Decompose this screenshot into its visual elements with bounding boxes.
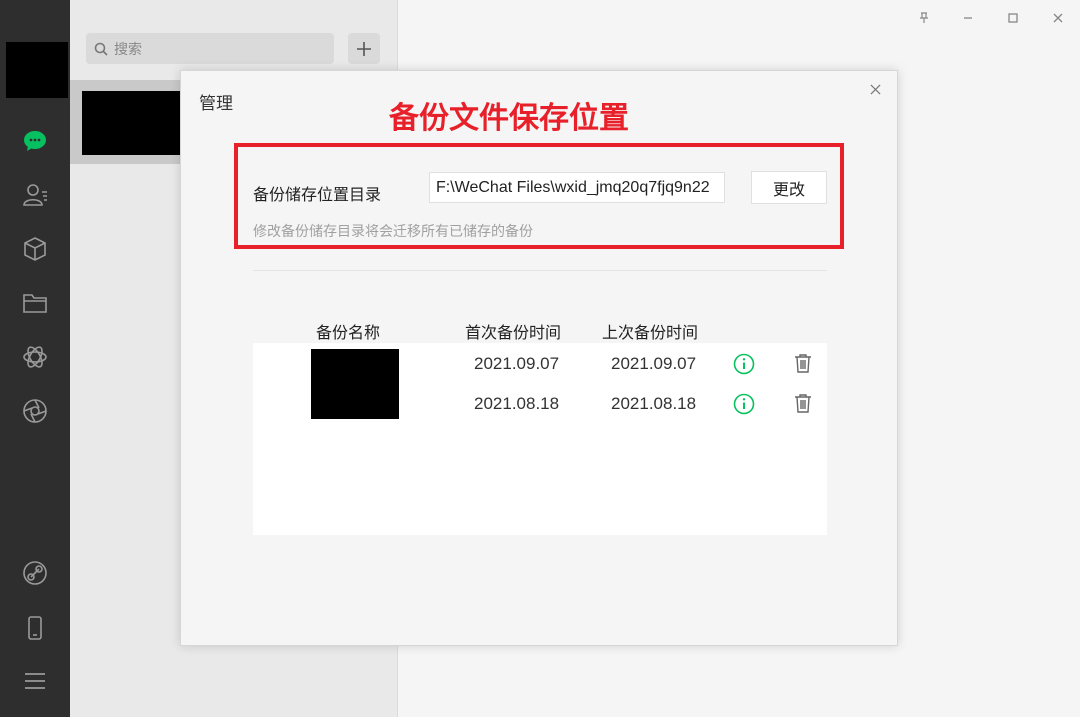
row-2-last-time: 2021.08.18 bbox=[611, 394, 697, 413]
moments-icon[interactable] bbox=[20, 396, 50, 426]
add-button[interactable] bbox=[348, 33, 380, 64]
info-icon[interactable] bbox=[733, 353, 755, 375]
divider bbox=[253, 270, 827, 271]
annotation-text: 备份文件保存位置 bbox=[389, 101, 629, 136]
row-2-first-time: 2021.08.18 bbox=[474, 394, 560, 413]
row-1-first-time: 2021.09.07 bbox=[474, 354, 560, 373]
close-icon bbox=[869, 83, 881, 95]
change-button[interactable]: 更改 bbox=[751, 171, 827, 204]
search-icon bbox=[94, 42, 108, 56]
contacts-icon[interactable] bbox=[20, 180, 50, 210]
manage-dialog: 管理 备份文件保存位置 备份储存位置目录 F:\WeChat Files\wxi… bbox=[180, 70, 898, 646]
column-header-name: 备份名称 bbox=[316, 323, 381, 342]
search-placeholder: 搜索 bbox=[114, 41, 142, 58]
minimize-icon[interactable] bbox=[958, 8, 978, 28]
trash-icon[interactable] bbox=[792, 392, 814, 414]
menu-icon[interactable] bbox=[20, 666, 50, 696]
close-icon[interactable] bbox=[1048, 8, 1068, 28]
search-input[interactable]: 搜索 bbox=[86, 33, 334, 64]
row-1-last-time: 2021.09.07 bbox=[611, 354, 697, 373]
dialog-title: 管理 bbox=[199, 94, 233, 114]
link-icon[interactable] bbox=[20, 558, 50, 588]
phone-icon[interactable] bbox=[20, 613, 50, 643]
chat-icon[interactable] bbox=[20, 126, 50, 156]
files-icon[interactable] bbox=[20, 288, 50, 318]
column-header-first-time: 首次备份时间 bbox=[465, 323, 562, 342]
storage-hint: 修改备份储存目录将会迁移所有已储存的备份 bbox=[253, 224, 533, 240]
dialog-close-button[interactable] bbox=[867, 81, 883, 97]
storage-path-field[interactable]: F:\WeChat Files\wxid_jmq20q7fjq9n22 bbox=[429, 172, 725, 203]
left-nav bbox=[0, 0, 70, 717]
favorites-icon[interactable] bbox=[20, 234, 50, 264]
backup-table: 2021.09.07 2021.09.07 2021.08.18 2021.08… bbox=[253, 343, 827, 535]
miniprogram-icon[interactable] bbox=[20, 342, 50, 372]
pin-icon[interactable] bbox=[914, 8, 934, 28]
backup-thumbnail bbox=[311, 349, 399, 419]
trash-icon[interactable] bbox=[792, 352, 814, 374]
user-avatar[interactable] bbox=[6, 42, 68, 98]
chat-avatar bbox=[82, 91, 182, 155]
column-header-last-time: 上次备份时间 bbox=[602, 323, 699, 342]
maximize-icon[interactable] bbox=[1003, 8, 1023, 28]
plus-icon bbox=[357, 41, 371, 56]
storage-label: 备份储存位置目录 bbox=[253, 185, 382, 204]
info-icon[interactable] bbox=[733, 393, 755, 415]
